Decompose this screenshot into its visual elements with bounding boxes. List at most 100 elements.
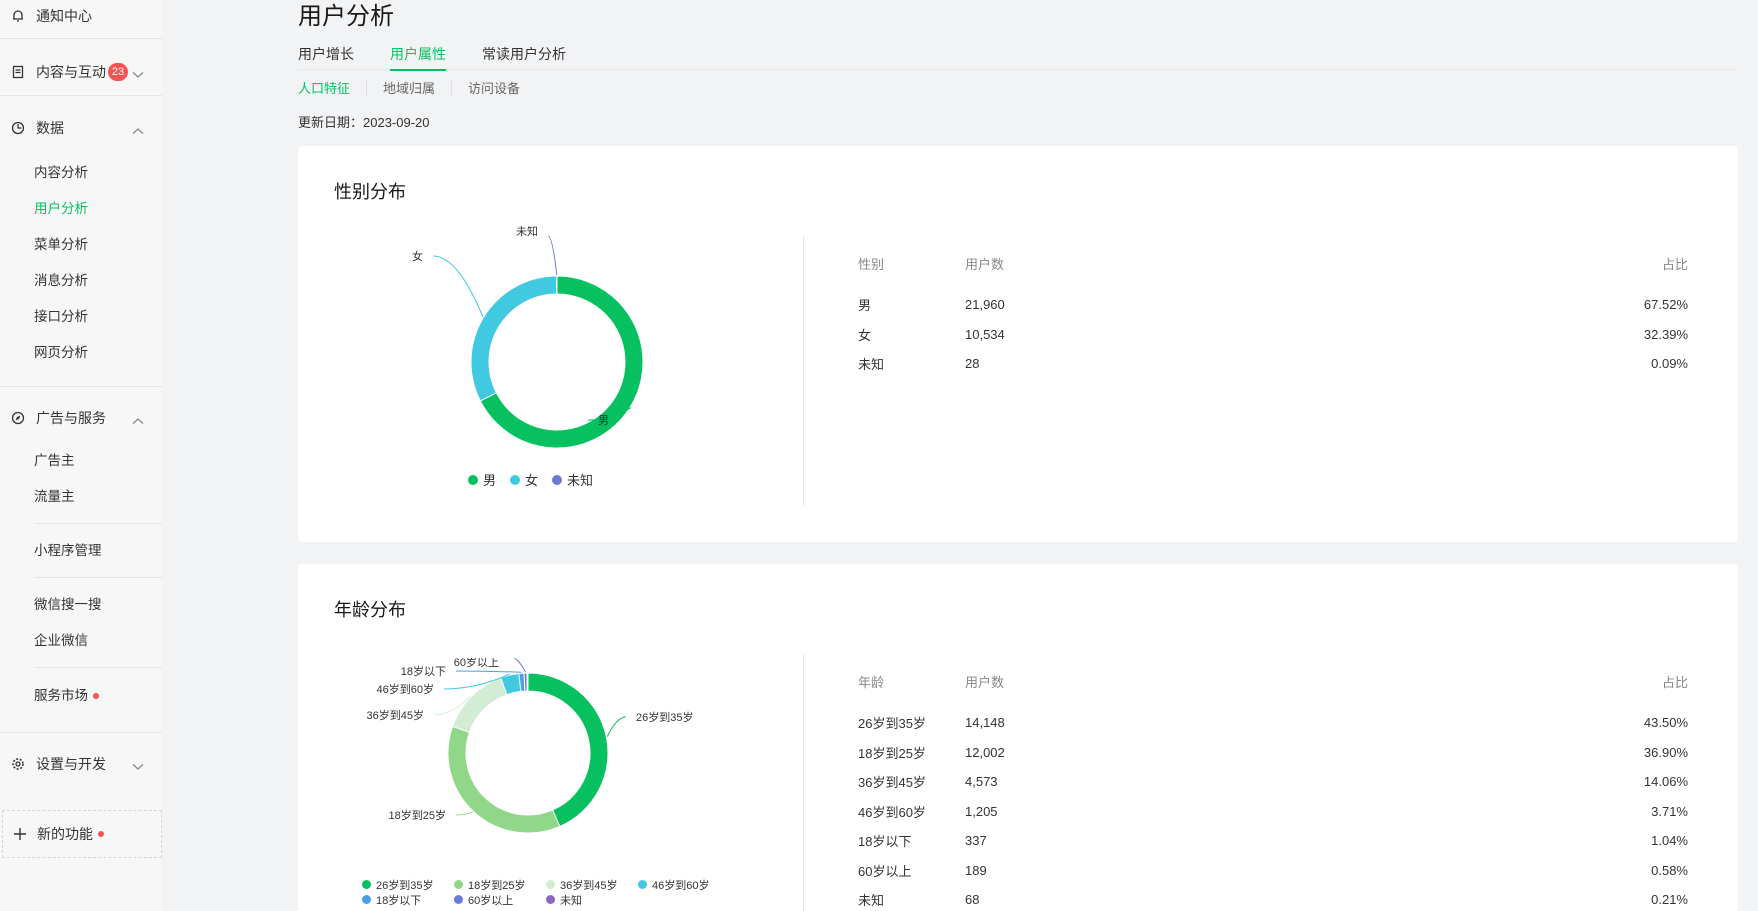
gender-legend: 男 女 未知 [468,470,607,489]
compass-icon [10,410,26,426]
sidebar-item-work-wechat[interactable]: 企业微信 [0,623,162,659]
unread-badge: 23 [108,63,128,81]
tab-user-growth[interactable]: 用户增长 [298,44,354,70]
legend-item[interactable]: 未知 [546,892,638,907]
cell: 1.04% [1651,833,1688,849]
slice-label: 未知 [516,226,538,238]
cell: 14,148 [965,715,1005,731]
sidebar-item-label: 内容与互动 [36,64,106,80]
legend-item[interactable]: 女 [510,470,538,489]
chevron-down-icon [132,66,144,82]
subtab-demographics[interactable]: 人口特征 [298,78,350,97]
legend-item[interactable]: 未知 [552,470,593,489]
legend-item[interactable]: 46岁到60岁 [638,877,730,892]
new-features-button[interactable]: 新的功能 [2,810,162,858]
age-donut-chart: 26岁到35岁 18岁到25岁 36岁到45岁 46岁到60岁 18岁以下 60岁以上 [367,658,693,834]
cell: 21,960 [965,297,1005,313]
legend-dot [638,880,647,889]
cell: 26岁到35岁 [858,716,926,732]
cell: 36.90% [1643,744,1688,760]
legend-label: 女 [525,473,539,488]
cell: 男 [858,298,872,314]
legend-dot [454,895,463,904]
legend-label: 男 [483,473,497,488]
divider [0,38,162,39]
legend-item[interactable]: 男 [468,470,496,489]
divider [34,577,162,578]
legend-item[interactable]: 60岁以上 [454,892,546,907]
chart-pie-icon [10,120,26,136]
sidebar-item-api-analysis[interactable]: 接口分析 [0,299,162,335]
label-leader-line [455,811,473,816]
legend-dot [552,474,563,485]
tab-frequent-readers[interactable]: 常读用户分析 [482,44,566,70]
sidebar-item-notifications[interactable]: 通知中心 [0,0,162,32]
vertical-divider [803,654,804,911]
divider [34,667,162,668]
cell: 14.06% [1643,774,1688,790]
sidebar-item-miniprogram[interactable]: 小程序管理 [0,533,162,569]
legend-dot [454,880,463,889]
legend-item[interactable]: 36岁到45岁 [546,877,638,892]
sidebar-item-advertiser[interactable]: 广告主 [0,443,162,479]
slice-label: 18岁以下 [401,664,446,678]
sidebar-item-publisher[interactable]: 流量主 [0,479,162,515]
table-row: 46岁到60岁 1,205 3.71% [858,797,1688,827]
table-row: 女 10,534 32.39% [858,320,1688,350]
sidebar-item-content-analysis[interactable]: 内容分析 [0,155,162,191]
donut-slice[interactable] [527,672,609,828]
label-leader-line [606,716,627,737]
sidebar-item-settings[interactable]: 设置与开发 [0,748,162,780]
divider [0,732,162,733]
sidebar-item-web-analysis[interactable]: 网页分析 [0,335,162,371]
sidebar-item-user-analysis[interactable]: 用户分析 [0,191,162,227]
legend-dot [546,895,555,904]
donut-slice[interactable] [470,275,558,402]
legend-label: 36岁到45岁 [560,879,618,892]
cell: 3.71% [1651,803,1688,819]
label-leader-line [432,255,484,317]
legend-item[interactable]: 18岁到25岁 [454,877,546,892]
tab-user-attributes[interactable]: 用户属性 [390,44,446,71]
sidebar-item-ads[interactable]: 广告与服务 [0,402,162,434]
donut-slice[interactable] [447,725,561,834]
slice-label: 46岁到60岁 [377,682,434,696]
sidebar-item-label: 服务市场 [34,688,88,703]
slice-label: 女 [412,249,423,263]
cell: 女 [858,327,872,343]
cell: 18岁到25岁 [858,745,926,761]
header-cell: 占比 [1661,674,1688,690]
vertical-divider [803,236,804,506]
cell: 未知 [858,893,885,909]
sidebar-item-label: 设置与开发 [36,756,106,772]
red-dot-indicator [93,693,99,700]
header-cell: 性别 [858,256,885,272]
data-submenu: 内容分析 用户分析 菜单分析 消息分析 接口分析 网页分析 [0,155,162,371]
sidebar-item-message-analysis[interactable]: 消息分析 [0,263,162,299]
legend-item[interactable]: 18岁以下 [362,892,454,907]
chevron-up-icon [132,412,144,428]
legend-label: 未知 [560,894,582,907]
legend-label: 18岁到25岁 [468,879,526,892]
table-row: 18岁到25岁 12,002 36.90% [858,738,1688,768]
table-row: 26岁到35岁 14,148 43.50% [858,708,1688,738]
cell: 36岁到45岁 [858,775,926,791]
subtab-region[interactable]: 地域归属 [383,78,435,97]
table-row: 60岁以上 189 0.58% [858,856,1688,886]
page-title: 用户分析 [298,3,394,30]
sidebar-item-label: 通知中心 [36,8,92,24]
sidebar-item-data[interactable]: 数据 [0,112,162,144]
cell: 28 [965,356,980,372]
subtab-device[interactable]: 访问设备 [468,78,520,97]
table-row: 36岁到45岁 4,573 14.06% [858,767,1688,797]
label-leader-line [547,235,558,276]
table-header: 年龄 用户数 占比 [858,666,1688,696]
legend-item[interactable]: 26岁到35岁 [362,877,454,892]
table-row: 18岁以下 337 1.04% [858,826,1688,856]
sidebar-item-menu-analysis[interactable]: 菜单分析 [0,227,162,263]
cell: 4,573 [965,774,998,790]
sidebar-item-search[interactable]: 微信搜一搜 [0,587,162,623]
sidebar-item-market[interactable]: 服务市场 [0,678,162,714]
donut-slice[interactable] [526,672,529,692]
sidebar-item-content[interactable]: 内容与互动 23 [0,56,162,88]
